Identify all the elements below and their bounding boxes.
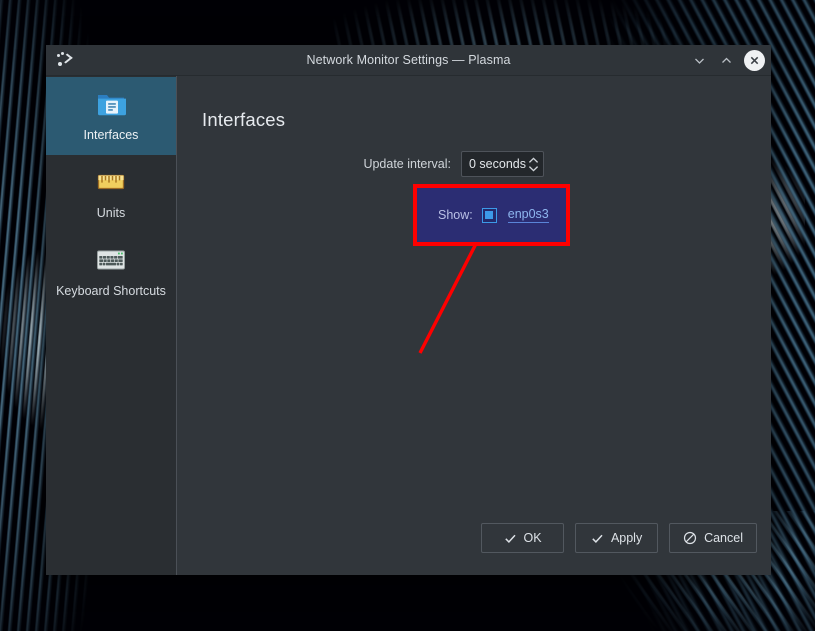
sidebar-item-keyboard-shortcuts[interactable]: Keyboard Shortcuts [46,233,176,311]
content-pane: Interfaces Update interval: 0 seconds Sh… [177,76,771,575]
update-interval-row: Update interval: 0 seconds [177,151,771,177]
check-icon [504,532,517,545]
update-interval-spinbox[interactable]: 0 seconds [461,151,544,177]
chevron-down-icon[interactable] [528,165,539,172]
window-controls [687,48,765,73]
close-circle-icon[interactable] [744,49,765,71]
plasma-logo-icon [54,50,74,70]
show-interface-highlight: Show: enp0s3 [413,184,570,246]
apply-button-label: Apply [610,531,643,545]
interfaces-form: Update interval: 0 seconds [177,131,771,181]
sidebar-item-label: Units [96,206,126,220]
ruler-icon [97,174,125,190]
keyboard-icon [97,250,125,270]
page-title: Interfaces [202,109,286,130]
cancel-button-label: Cancel [704,531,743,545]
sidebar-item-interfaces[interactable]: Interfaces [46,77,176,155]
cancel-button[interactable]: Cancel [669,523,757,553]
show-label: Show: [438,208,473,222]
titlebar[interactable]: Network Monitor Settings — Plasma [46,45,771,76]
interface-name-link[interactable]: enp0s3 [507,207,549,223]
settings-sidebar: Interfaces Units Keyboard Shortcuts [46,76,177,575]
update-interval-label: Update interval: [363,157,451,171]
settings-dialog: Network Monitor Settings — Plasma Interf… [46,45,771,575]
desktop-wallpaper: Network Monitor Settings — Plasma Interf… [0,0,815,631]
sidebar-item-units[interactable]: Units [46,155,176,233]
ok-button-label: OK [523,531,542,545]
window-title: Network Monitor Settings — Plasma [306,53,511,67]
sidebar-item-label: Keyboard Shortcuts [56,284,166,298]
chevron-up-icon[interactable] [528,156,539,164]
show-interface-checkbox[interactable] [481,207,497,223]
check-icon [591,532,604,545]
folder-document-icon [98,95,126,116]
update-interval-value: 0 seconds [469,157,526,171]
dialog-body: Interfaces Units Keyboard Shortcuts Inte… [46,76,771,575]
ok-button[interactable]: OK [481,523,565,553]
prohibition-icon [683,531,697,545]
sidebar-item-label: Interfaces [83,128,139,142]
maximize-button[interactable] [714,48,739,73]
spinbox-arrows[interactable] [526,156,539,172]
dialog-footer: OK Apply Cancel [177,523,771,575]
minimize-button[interactable] [687,48,712,73]
checkbox-checked-mark [485,211,494,219]
apply-button[interactable]: Apply [575,523,659,553]
